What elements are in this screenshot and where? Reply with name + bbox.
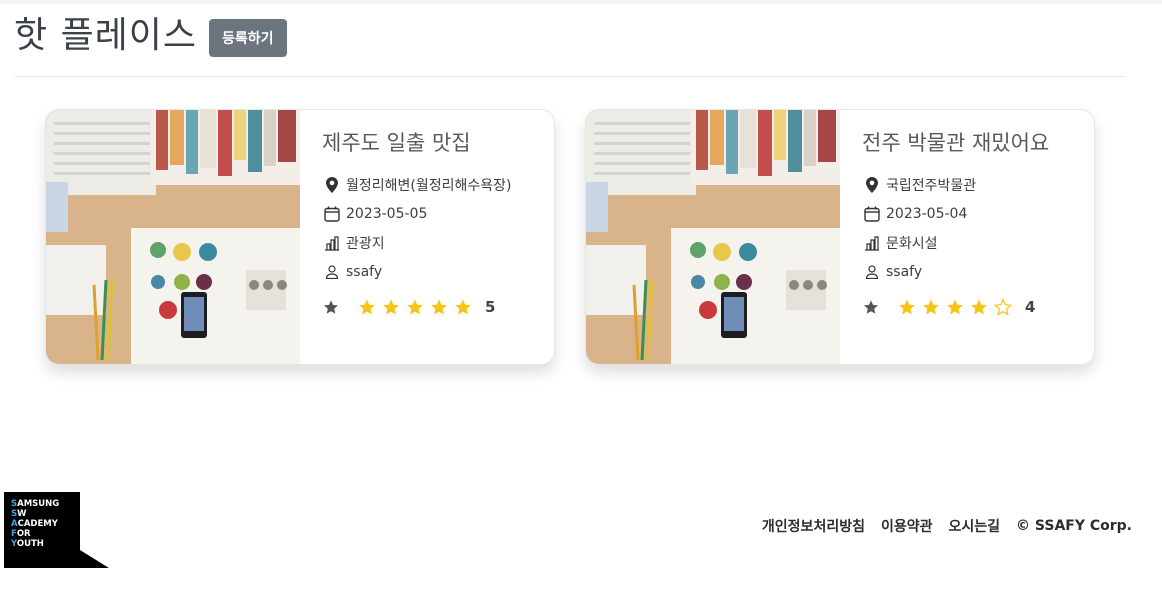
location-pin-icon xyxy=(863,176,881,194)
calendar-icon xyxy=(863,205,881,223)
card-body: 전주 박물관 재밌어요 국립전주박물관 2023-05-04 문화시설 ssaf… xyxy=(840,110,1094,364)
star-icon xyxy=(322,298,340,316)
star-filled-icon xyxy=(969,297,989,317)
author-text: ssafy xyxy=(346,263,383,280)
page-title: 핫 플레이스 xyxy=(14,15,198,56)
rating-value: 4 xyxy=(1025,298,1036,316)
star-filled-icon xyxy=(897,297,917,317)
svg-text:SAMSUNG: SAMSUNG xyxy=(11,499,59,509)
header-divider xyxy=(15,76,1125,77)
author-text: ssafy xyxy=(886,263,923,280)
location-row: 월정리해변(월정리해수욕장) xyxy=(320,170,554,199)
svg-text:FOR: FOR xyxy=(11,529,31,539)
star-filled-icon xyxy=(381,297,401,317)
date-row: 2023-05-05 xyxy=(320,199,554,228)
star-empty-icon xyxy=(993,297,1013,317)
category-text: 관광지 xyxy=(346,235,385,252)
rating-row: 4 xyxy=(860,294,1094,320)
footer-links: 개인정보처리방침 이용약관 오시는길 © SSAFY Corp. xyxy=(762,516,1132,536)
category-text: 문화시설 xyxy=(886,235,938,252)
user-icon xyxy=(323,263,341,281)
place-card[interactable]: 제주도 일출 맛집 월정리해변(월정리해수욕장) 2023-05-05 관광지 … xyxy=(45,109,555,365)
card-body: 제주도 일출 맛집 월정리해변(월정리해수욕장) 2023-05-05 관광지 … xyxy=(300,110,554,364)
star-filled-icon xyxy=(453,297,473,317)
building-icon xyxy=(863,234,881,252)
card-title[interactable]: 제주도 일출 맛집 xyxy=(322,130,554,156)
place-image xyxy=(586,110,840,364)
date-text: 2023-05-04 xyxy=(886,205,968,222)
directions-link[interactable]: 오시는길 xyxy=(949,516,1001,536)
star-filled-icon xyxy=(921,297,941,317)
privacy-policy-link[interactable]: 개인정보처리방침 xyxy=(762,516,865,536)
register-button[interactable]: 등록하기 xyxy=(209,19,287,57)
card-title[interactable]: 전주 박물관 재밌어요 xyxy=(862,130,1094,156)
location-text: 월정리해변(월정리해수욕장) xyxy=(346,177,512,194)
star-filled-icon xyxy=(945,297,965,317)
rating-value: 5 xyxy=(485,298,496,316)
page-header: 핫 플레이스 등록하기 xyxy=(14,14,287,58)
star-rating xyxy=(897,297,1013,317)
svg-text:ACADEMY: ACADEMY xyxy=(11,519,59,529)
rating-row: 5 xyxy=(320,294,554,320)
star-filled-icon xyxy=(429,297,449,317)
copyright: © SSAFY Corp. xyxy=(1016,518,1132,534)
star-filled-icon xyxy=(357,297,377,317)
ssafy-logo: SAMSUNG SW ACADEMY FOR YOUTH xyxy=(4,492,109,568)
place-card[interactable]: 전주 박물관 재밌어요 국립전주박물관 2023-05-04 문화시설 ssaf… xyxy=(585,109,1095,365)
location-pin-icon xyxy=(323,176,341,194)
calendar-icon xyxy=(323,205,341,223)
star-icon xyxy=(862,298,880,316)
star-filled-icon xyxy=(405,297,425,317)
building-icon xyxy=(323,234,341,252)
author-row: ssafy xyxy=(860,257,1094,286)
user-icon xyxy=(863,263,881,281)
category-row: 문화시설 xyxy=(860,228,1094,257)
author-row: ssafy xyxy=(320,257,554,286)
location-row: 국립전주박물관 xyxy=(860,170,1094,199)
star-rating xyxy=(357,297,473,317)
date-text: 2023-05-05 xyxy=(346,205,428,222)
date-row: 2023-05-04 xyxy=(860,199,1094,228)
location-text: 국립전주박물관 xyxy=(886,177,977,194)
top-bar xyxy=(0,0,1162,4)
terms-link[interactable]: 이용약관 xyxy=(881,516,933,536)
svg-text:YOUTH: YOUTH xyxy=(10,539,44,549)
svg-text:SW: SW xyxy=(11,509,27,519)
place-image xyxy=(46,110,300,364)
category-row: 관광지 xyxy=(320,228,554,257)
